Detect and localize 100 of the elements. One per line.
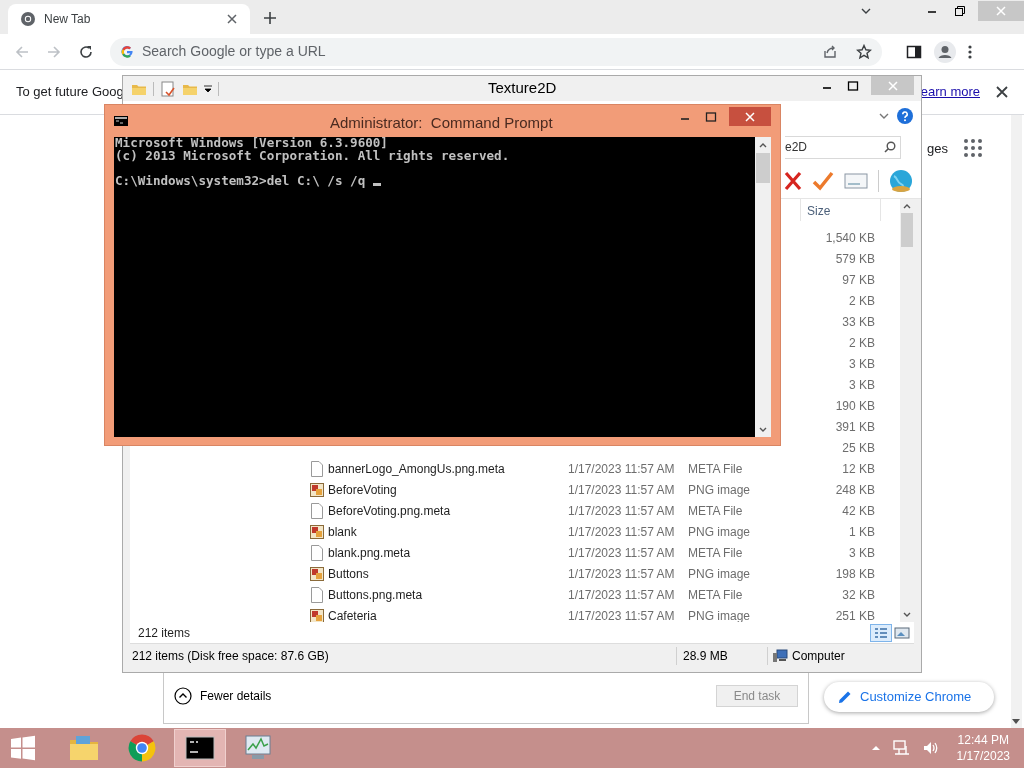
- file-name[interactable]: Buttons: [328, 566, 369, 581]
- size-cell-text: 32 KB: [842, 586, 875, 604]
- globe-icon[interactable]: [889, 168, 913, 193]
- size-cell-text: 2 KB: [849, 334, 875, 352]
- file-name[interactable]: BeforeVoting.png.meta: [328, 503, 451, 518]
- chevron-down-icon[interactable]: [860, 6, 872, 16]
- maximize-icon[interactable]: [705, 111, 717, 122]
- file-icon: [310, 586, 324, 603]
- size-cell-text: 1,540 KB: [825, 229, 875, 247]
- size-cell-text: 3 KB: [849, 376, 875, 394]
- status-location: Computer: [792, 648, 845, 665]
- search-icon: [884, 141, 896, 153]
- back-icon[interactable]: [14, 43, 30, 60]
- size-cell-text: 97 KB: [842, 271, 875, 289]
- search-text: e2D: [785, 139, 808, 156]
- status-text: 212 items (Disk free space: 87.6 GB): [131, 648, 330, 665]
- scrollbar[interactable]: [1011, 115, 1022, 728]
- taskbar-button[interactable]: [174, 729, 226, 767]
- size-cell-text: 198 KB: [835, 565, 875, 583]
- star-icon[interactable]: [856, 43, 872, 60]
- chrome-logo-icon: [126, 732, 158, 764]
- close-icon[interactable]: [226, 13, 238, 25]
- apps-grid-icon[interactable]: [964, 139, 982, 157]
- file-name[interactable]: BeforeVoting: [328, 482, 397, 497]
- menu-icon[interactable]: [968, 43, 972, 60]
- clock-time: 12:44 PM: [957, 732, 1009, 748]
- chevron-down-icon[interactable]: [879, 112, 889, 120]
- pencil-icon: [838, 690, 852, 704]
- address-input[interactable]: Search Google or type a URL: [142, 41, 814, 62]
- type-cell: PNG image: [688, 566, 751, 581]
- volume-icon[interactable]: [922, 740, 939, 756]
- type-cell: PNG image: [688, 482, 751, 497]
- date-cell: 1/17/2023 11:57 AM: [568, 545, 675, 560]
- image-file-icon: [310, 608, 324, 622]
- browser-tab[interactable]: New Tab: [8, 4, 250, 34]
- size-cell-text: 25 KB: [842, 439, 875, 457]
- size-cell-text: 248 KB: [835, 481, 875, 499]
- new-tab-icon[interactable]: [263, 11, 277, 25]
- size-cell-text: 33 KB: [842, 313, 875, 331]
- console-line: (c) 2013 Microsoft Corporation. All rights reserved.: [115, 149, 511, 162]
- console-icon: [114, 116, 128, 126]
- column-header[interactable]: Size: [801, 199, 880, 227]
- properties-icon[interactable]: [160, 80, 176, 97]
- date-cell: 1/17/2023 11:57 AM: [568, 524, 675, 539]
- learn-more-link[interactable]: earn more: [920, 82, 980, 102]
- type-cell: META File: [688, 587, 743, 602]
- clock-date: 1/17/2023: [956, 748, 1010, 764]
- collapse-icon: [174, 687, 192, 705]
- date-cell: 1/17/2023 11:57 AM: [568, 461, 675, 476]
- file-name[interactable]: Buttons.png.meta: [328, 587, 423, 602]
- cursor: [373, 183, 382, 186]
- large-icons-view-icon[interactable]: [894, 626, 910, 639]
- date-cell: 1/17/2023 11:57 AM: [568, 482, 675, 497]
- network-icon[interactable]: [892, 740, 911, 756]
- search-field[interactable]: e2D: [785, 135, 901, 159]
- size-cell-text: 12 KB: [842, 460, 875, 478]
- maximize-icon[interactable]: [847, 80, 859, 91]
- fewer-details-button[interactable]: Fewer details: [174, 687, 272, 705]
- address-bar[interactable]: Search Google or type a URL: [110, 37, 882, 66]
- side-panel-icon[interactable]: [906, 43, 922, 60]
- file-name[interactable]: blank.png.meta: [328, 545, 411, 560]
- date-cell: 1/17/2023 11:57 AM: [568, 587, 675, 602]
- file-name[interactable]: Cafeteria: [328, 608, 377, 622]
- computer-icon: [772, 649, 788, 663]
- share-icon[interactable]: [822, 43, 838, 60]
- dropdown-icon[interactable]: [204, 84, 212, 93]
- envelope-icon[interactable]: [844, 171, 868, 190]
- details-view-button[interactable]: [870, 623, 892, 642]
- type-cell: PNG image: [688, 608, 751, 622]
- scrollbar[interactable]: [755, 137, 771, 437]
- profile-icon[interactable]: [934, 40, 956, 63]
- chevron-up-icon[interactable]: [870, 745, 881, 751]
- forward-icon[interactable]: [46, 43, 62, 60]
- image-file-icon: [310, 566, 324, 581]
- customize-chrome-button[interactable]: Customize Chrome: [824, 682, 994, 712]
- close-button[interactable]: [729, 107, 771, 126]
- size-cell-text: 391 KB: [835, 418, 875, 436]
- close-icon[interactable]: [996, 86, 1008, 98]
- image-file-icon: [310, 482, 324, 497]
- date-cell: 1/17/2023 11:57 AM: [568, 608, 675, 622]
- images-link[interactable]: ges: [927, 139, 948, 159]
- reload-icon[interactable]: [78, 43, 94, 60]
- size-cell-text: 3 KB: [849, 355, 875, 373]
- scrollbar-thumb[interactable]: [901, 213, 913, 247]
- scrollbar[interactable]: [900, 199, 914, 622]
- size-cell-text: 3 KB: [849, 544, 875, 562]
- status-size: 28.9 MB: [682, 648, 729, 665]
- cross-icon[interactable]: [784, 170, 802, 191]
- file-icon: [310, 544, 324, 561]
- restore-icon[interactable]: [954, 5, 966, 17]
- help-icon[interactable]: [897, 108, 913, 124]
- file-name[interactable]: bannerLogo_AmongUs.png.meta: [328, 461, 505, 476]
- console-command: C:\Windows\system32>del C:\ /s /q: [115, 174, 366, 187]
- scrollbar-thumb[interactable]: [756, 153, 770, 183]
- file-name[interactable]: blank: [328, 524, 357, 539]
- size-cell-text: 251 KB: [835, 607, 875, 622]
- windows-logo-icon[interactable]: [10, 735, 36, 761]
- type-cell: META File: [688, 503, 743, 518]
- checkmark-icon[interactable]: [812, 169, 834, 192]
- size-cell-text: 42 KB: [842, 502, 875, 520]
